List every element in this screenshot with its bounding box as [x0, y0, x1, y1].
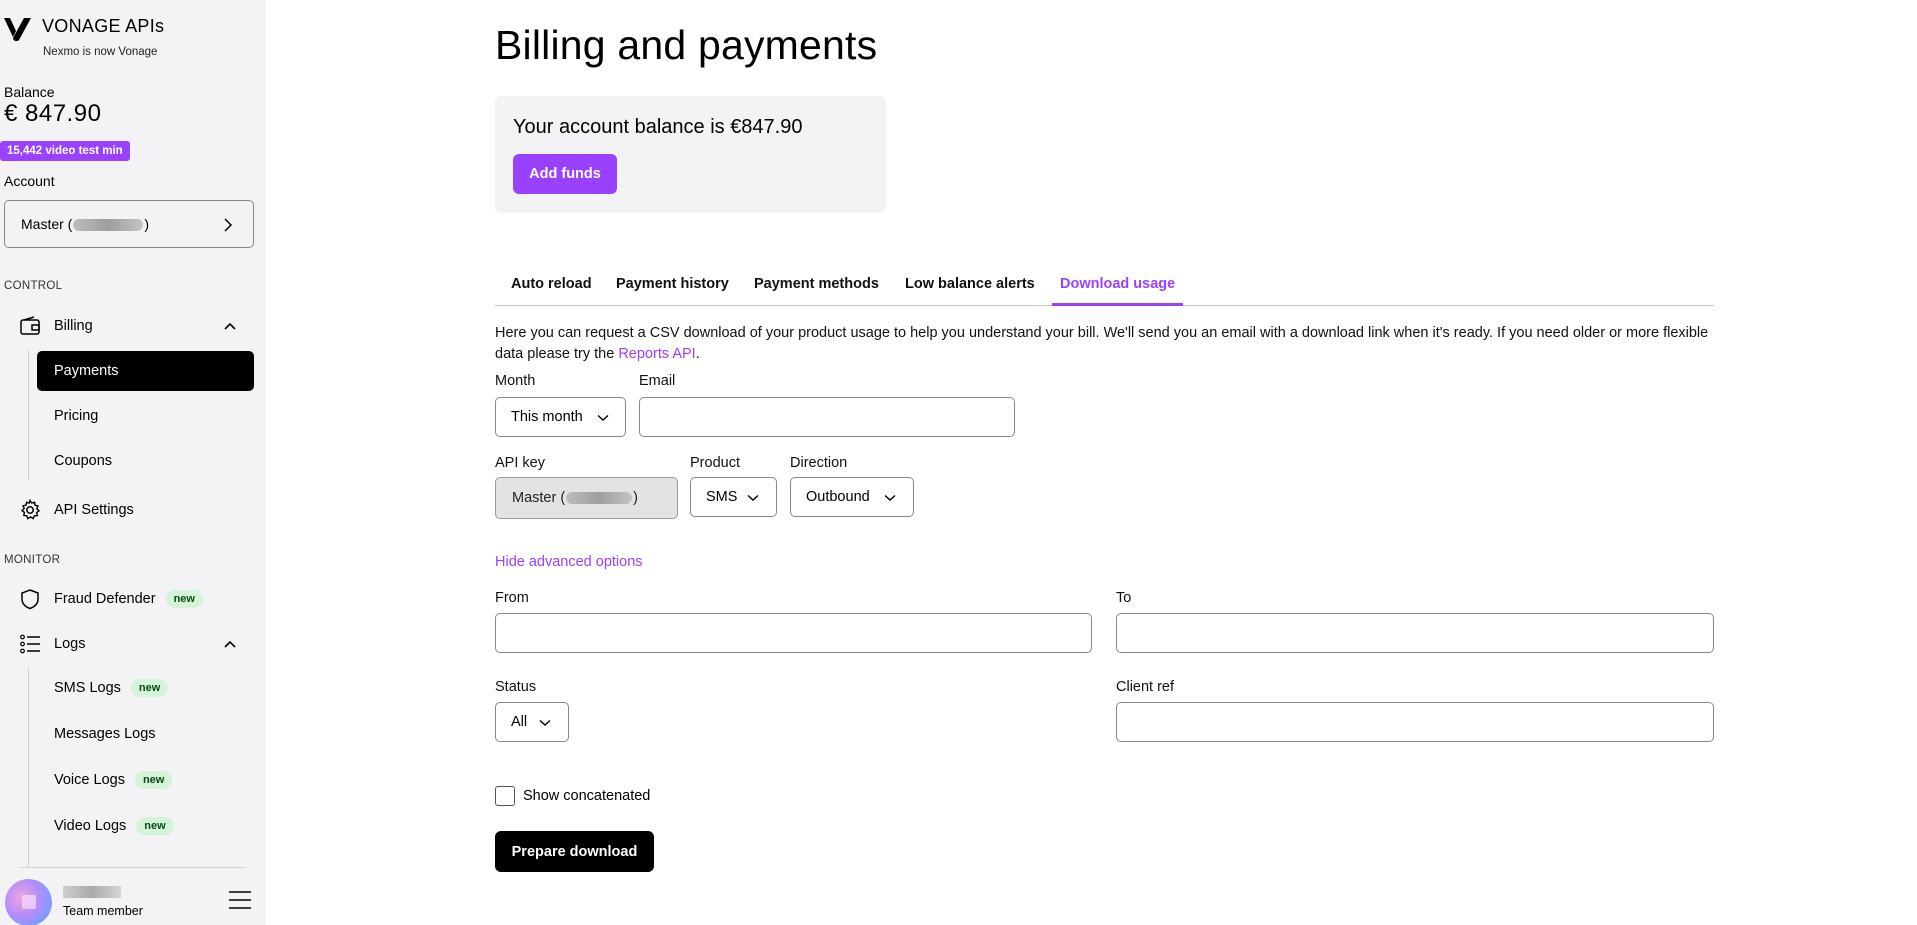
direction-select[interactable]: Outbound	[790, 477, 914, 517]
show-concatenated-label[interactable]: Show concatenated	[523, 788, 650, 804]
nav-voice-logs[interactable]: Voice Logs new	[37, 760, 254, 800]
brand-subtitle: Nexmo is now Vonage	[43, 46, 158, 58]
balance-value: € 847.90	[4, 100, 102, 127]
chevron-down-icon	[747, 494, 759, 501]
balance-label: Balance	[4, 84, 55, 100]
video-test-badge: 15,442 video test min	[0, 141, 130, 161]
nav-video-logs[interactable]: Video Logs new	[37, 806, 254, 846]
from-label: From	[495, 590, 529, 606]
balance-card: Your account balance is €847.90 Add fund…	[495, 96, 886, 213]
billing-tabs: Auto reload Payment history Payment meth…	[495, 270, 1714, 306]
sidebar-divider	[20, 867, 245, 868]
api-key-label: API key	[495, 455, 545, 471]
brand-name: VONAGE APIs	[42, 16, 165, 36]
new-badge: new	[165, 590, 203, 608]
tab-payment-methods[interactable]: Payment methods	[754, 276, 879, 292]
logs-rail	[28, 668, 29, 868]
product-label: Product	[690, 455, 740, 471]
sidebar: VONAGE APIs Nexmo is now Vonage Balance …	[0, 0, 266, 925]
direction-label: Direction	[790, 455, 848, 471]
email-input[interactable]	[639, 397, 1015, 437]
new-badge: new	[134, 771, 173, 790]
active-tab-indicator	[1052, 303, 1183, 306]
redacted-user-name	[63, 886, 121, 898]
tab-payment-history[interactable]: Payment history	[616, 276, 729, 292]
page-title: Billing and payments	[495, 22, 878, 68]
reports-api-link[interactable]: Reports API	[618, 346, 695, 362]
tab-auto-reload[interactable]: Auto reload	[511, 276, 592, 292]
gear-icon	[20, 499, 41, 520]
redacted-account-id	[73, 219, 144, 232]
status-select[interactable]: All	[495, 702, 569, 742]
email-label: Email	[639, 373, 676, 389]
nav-fraud-defender[interactable]: Fraud Defender new	[19, 587, 254, 611]
month-label: Month	[495, 373, 536, 389]
account-switcher[interactable]: Master ()	[4, 200, 254, 248]
avatar[interactable]	[5, 879, 52, 925]
nav-coupons[interactable]: Coupons	[37, 441, 254, 481]
nav-messages-logs[interactable]: Messages Logs	[37, 714, 254, 754]
account-name: Master ()	[21, 216, 150, 232]
shield-icon	[21, 589, 39, 610]
chevron-down-icon	[539, 719, 551, 726]
nav-api-settings-label: API Settings	[54, 502, 134, 518]
user-profile[interactable]: Team member	[0, 876, 266, 925]
nav-billing[interactable]: Billing	[19, 314, 254, 338]
to-label: To	[1116, 590, 1132, 606]
add-funds-button[interactable]: Add funds	[513, 154, 617, 194]
from-input[interactable]	[495, 613, 1092, 653]
nav-sms-logs[interactable]: SMS Logs new	[37, 668, 254, 708]
nav-logs-label: Logs	[54, 636, 86, 652]
monitor-section-label: MONITOR	[4, 554, 61, 566]
client-ref-label: Client ref	[1116, 679, 1175, 695]
tab-low-balance-alerts[interactable]: Low balance alerts	[905, 276, 1035, 292]
chevron-up-icon	[224, 640, 236, 648]
prepare-download-button[interactable]: Prepare download	[495, 831, 654, 872]
hamburger-menu-icon[interactable]	[228, 890, 252, 910]
show-concatenated-checkbox[interactable]	[495, 786, 515, 806]
month-select[interactable]: This month	[495, 397, 626, 437]
wallet-icon	[20, 316, 40, 335]
status-label: Status	[495, 679, 537, 695]
account-label: Account	[4, 173, 55, 189]
chevron-right-icon	[224, 218, 233, 232]
redacted-api-key	[566, 492, 633, 505]
nav-payments[interactable]: Payments	[37, 351, 254, 391]
user-role: Team member	[63, 904, 143, 918]
nav-pricing[interactable]: Pricing	[37, 396, 254, 436]
account-balance-text: Your account balance is €847.90	[513, 116, 803, 138]
hide-advanced-options-link[interactable]: Hide advanced options	[495, 554, 643, 570]
control-section-label: CONTROL	[4, 280, 63, 292]
nav-fraud-defender-label: Fraud Defender	[54, 591, 156, 607]
product-select[interactable]: SMS	[690, 477, 777, 517]
client-ref-input[interactable]	[1116, 702, 1714, 742]
tab-download-usage[interactable]: Download usage	[1060, 276, 1175, 292]
vonage-logo-icon	[4, 18, 31, 42]
chevron-up-icon	[224, 322, 236, 330]
billing-rail	[28, 350, 29, 480]
nav-logs[interactable]: Logs	[19, 632, 254, 656]
api-key-field: Master ()	[495, 477, 678, 519]
list-icon	[20, 634, 40, 654]
chevron-down-icon	[884, 494, 896, 501]
nav-api-settings[interactable]: API Settings	[19, 498, 254, 522]
brand-logo[interactable]: VONAGE APIs	[4, 16, 164, 42]
to-input[interactable]	[1116, 613, 1714, 653]
new-badge: new	[130, 679, 169, 698]
chevron-down-icon	[597, 414, 609, 421]
download-description: Here you can request a CSV download of y…	[495, 325, 1709, 362]
nav-billing-label: Billing	[54, 318, 93, 334]
new-badge: new	[136, 817, 174, 836]
